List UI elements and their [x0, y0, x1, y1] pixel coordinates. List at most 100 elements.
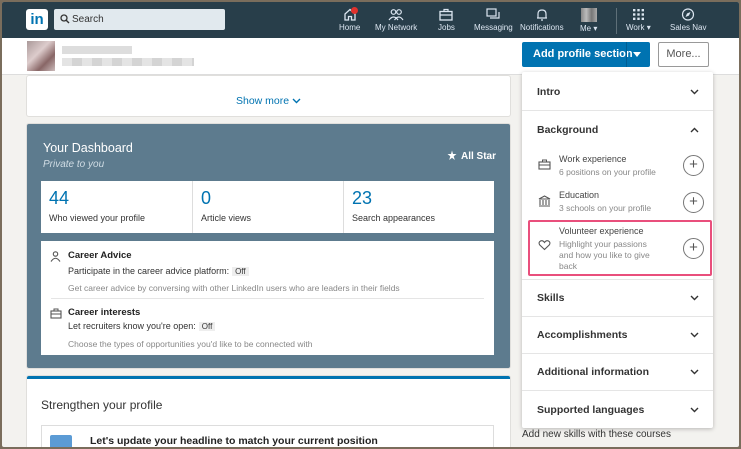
screenshot-frame: in Search Home My Network Jobs Messaging… — [2, 2, 739, 447]
nav-my-network-label: My Network — [375, 23, 418, 32]
add-education-button[interactable]: + — [683, 192, 704, 213]
add-profile-section-button[interactable]: Add profile section — [522, 42, 650, 67]
section-intro[interactable]: Intro — [522, 72, 713, 110]
add-work-experience-button[interactable]: + — [683, 155, 704, 176]
career-advice-line: Participate in the career advice platfor… — [68, 266, 249, 276]
messaging-icon — [486, 8, 500, 19]
nav-home-label: Home — [339, 23, 361, 32]
stat-profile-views[interactable]: 44 Who viewed your profile — [41, 181, 192, 233]
profile-card-icon — [50, 435, 72, 447]
profile-photo — [27, 41, 55, 71]
career-advice-desc: Get career advice by conversing with oth… — [68, 283, 400, 293]
dashboard-title: Your Dashboard — [43, 141, 133, 155]
chevron-down-icon — [690, 369, 699, 375]
nav-notifications-label: Notifications — [520, 23, 564, 32]
show-more-card: Show more — [27, 76, 510, 116]
notification-badge — [351, 7, 358, 14]
section-intro-label: Intro — [537, 86, 561, 98]
add-profile-section-label: Add profile section — [533, 48, 633, 60]
grid-icon — [632, 9, 644, 20]
top-navigation: in Search Home My Network Jobs Messaging… — [2, 2, 739, 38]
courses-text: Add new skills with these courses — [522, 429, 671, 440]
caret-down-icon — [633, 52, 641, 57]
nav-messaging[interactable]: Messaging — [474, 8, 513, 32]
all-star-badge[interactable]: All Star — [447, 150, 496, 162]
section-additional-information[interactable]: Additional information — [522, 353, 713, 390]
stat-search-appearances[interactable]: 23 Search appearances — [343, 181, 494, 233]
nav-me[interactable]: Me ▾ — [580, 8, 597, 33]
career-divider — [51, 298, 484, 299]
search-icon — [60, 14, 70, 24]
profile-sticky-bar: Add profile section More... — [2, 38, 739, 75]
person-icon — [50, 251, 61, 262]
add-education[interactable]: Education 3 schools on your profile + — [522, 190, 713, 220]
search-input[interactable]: Search — [54, 9, 225, 30]
briefcase-icon — [439, 8, 454, 21]
stat-value: 23 — [352, 188, 373, 208]
nav-home[interactable]: Home — [339, 7, 361, 32]
career-interests-text: Let recruiters know you're open: — [68, 321, 196, 331]
stat-label: Article views — [201, 213, 252, 223]
all-star-icon — [447, 150, 457, 160]
headline-suggestion[interactable]: Let's update your headline to match your… — [41, 425, 494, 447]
nav-notifications[interactable]: Notifications — [520, 8, 564, 32]
briefcase-icon — [50, 308, 62, 319]
stat-label: Search appearances — [352, 213, 436, 223]
headline-suggestion-text: Let's update your headline to match your… — [90, 435, 378, 447]
chevron-down-icon — [690, 407, 699, 413]
add-work-experience[interactable]: Work experience 6 positions on your prof… — [522, 154, 713, 184]
linkedin-logo[interactable]: in — [26, 9, 48, 30]
show-more-label: Show more — [235, 95, 290, 107]
career-advice-text: Participate in the career advice platfor… — [68, 266, 230, 276]
school-icon — [538, 195, 551, 207]
section-languages-label: Supported languages — [537, 404, 645, 416]
section-supported-languages[interactable]: Supported languages — [522, 390, 713, 428]
chevron-up-icon — [690, 127, 699, 133]
profile-name-blurred — [62, 46, 132, 54]
chevron-down-icon — [690, 89, 699, 95]
chevron-down-icon — [690, 295, 699, 301]
show-more-link[interactable]: Show more — [27, 95, 510, 107]
bell-icon — [536, 9, 547, 21]
stat-label: Who viewed your profile — [49, 213, 146, 223]
network-icon — [388, 9, 404, 21]
stat-value: 0 — [201, 188, 212, 208]
career-advice-title: Career Advice — [68, 250, 132, 261]
dashboard-subtitle: Private to you — [43, 159, 105, 170]
nav-work[interactable]: Work ▾ — [626, 8, 651, 32]
stat-value: 44 — [49, 188, 70, 208]
work-experience-sub: 6 positions on your profile — [559, 167, 656, 177]
section-accomplishments-label: Accomplishments — [537, 329, 628, 341]
career-advice-state[interactable]: Off — [232, 267, 249, 276]
compass-icon — [682, 8, 695, 21]
button-separator — [626, 42, 627, 67]
career-interests-line: Let recruiters know you're open: Off — [68, 321, 216, 331]
nav-divider — [616, 8, 617, 34]
avatar — [580, 8, 597, 22]
dashboard-card: Your Dashboard Private to you All Star 4… — [27, 124, 510, 368]
nav-jobs[interactable]: Jobs — [438, 8, 455, 32]
section-accomplishments[interactable]: Accomplishments — [522, 316, 713, 353]
education-title: Education — [559, 190, 600, 200]
stat-article-views[interactable]: 0 Article views — [192, 181, 343, 233]
nav-me-label: Me ▾ — [580, 24, 598, 33]
career-interests-desc: Choose the types of opportunities you'd … — [68, 339, 313, 349]
nav-work-label: Work ▾ — [626, 23, 651, 32]
briefcase-icon — [538, 159, 551, 170]
nav-sales-nav[interactable]: Sales Nav — [670, 8, 706, 32]
nav-my-network[interactable]: My Network — [375, 8, 417, 32]
section-skills-label: Skills — [537, 292, 565, 304]
career-interests-title: Career interests — [68, 307, 141, 318]
more-button[interactable]: More... — [658, 42, 709, 67]
nav-jobs-label: Jobs — [438, 23, 455, 32]
education-sub: 3 schools on your profile — [559, 203, 652, 213]
dashboard-stats: 44 Who viewed your profile 0 Article vie… — [41, 181, 494, 233]
career-interests-state[interactable]: Off — [198, 322, 216, 331]
chevron-down-icon — [292, 98, 301, 104]
nav-sales-nav-label: Sales Nav — [670, 23, 707, 32]
search-placeholder: Search — [72, 14, 104, 25]
nav-messaging-label: Messaging — [474, 23, 513, 32]
section-background[interactable]: Background — [522, 110, 713, 148]
all-star-label: All Star — [461, 151, 497, 162]
section-skills[interactable]: Skills — [522, 279, 713, 316]
